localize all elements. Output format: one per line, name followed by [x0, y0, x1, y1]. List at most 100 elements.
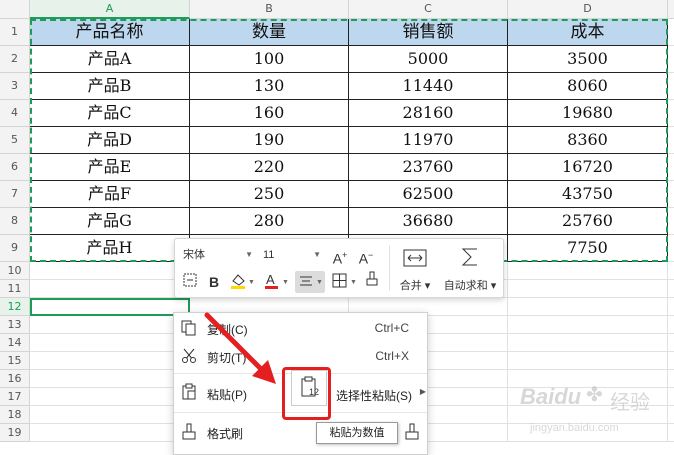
- table-cell[interactable]: 产品B: [30, 73, 190, 100]
- table-cell[interactable]: 8060: [508, 73, 668, 100]
- merge-button[interactable]: 合并 ▾: [393, 243, 437, 297]
- table-cell[interactable]: 16720: [508, 154, 668, 181]
- row-header-6[interactable]: 6: [0, 154, 30, 181]
- wrap-format-button[interactable]: [179, 271, 201, 293]
- table-cell[interactable]: 43750: [508, 181, 668, 208]
- grid-cell[interactable]: [508, 334, 668, 352]
- table-header-cell[interactable]: 成本: [508, 19, 668, 46]
- table-header-cell[interactable]: 产品名称: [30, 19, 190, 46]
- grid-cell[interactable]: [668, 262, 674, 280]
- grid-cell[interactable]: [508, 352, 668, 370]
- bold-button[interactable]: B: [203, 271, 225, 293]
- grid-cell[interactable]: [30, 388, 190, 406]
- grid-cell[interactable]: [30, 334, 190, 352]
- row-header-18[interactable]: 18: [0, 406, 30, 424]
- menu-item-copy[interactable]: 复制(C) Ctrl+C: [174, 313, 427, 343]
- grid-cell[interactable]: [508, 280, 668, 298]
- grid-cell[interactable]: [668, 298, 674, 316]
- table-cell[interactable]: 36680: [349, 208, 508, 235]
- row-header-11[interactable]: 11: [0, 280, 30, 298]
- grid-cell[interactable]: [30, 406, 190, 424]
- grid-cell[interactable]: [30, 262, 190, 280]
- table-cell[interactable]: 160: [190, 100, 349, 127]
- grid-cell[interactable]: [508, 316, 668, 334]
- table-cell[interactable]: 产品H: [30, 235, 190, 262]
- table-cell[interactable]: 8360: [508, 127, 668, 154]
- column-header-e[interactable]: [668, 0, 674, 19]
- row-header-19[interactable]: 19: [0, 424, 30, 442]
- grid-cell[interactable]: [30, 370, 190, 388]
- table-cell[interactable]: 130: [190, 73, 349, 100]
- font-name-select[interactable]: 宋体 ▼: [179, 244, 257, 266]
- column-header-a[interactable]: A: [30, 0, 190, 19]
- table-cell[interactable]: 产品A: [30, 46, 190, 73]
- row-header-14[interactable]: 14: [0, 334, 30, 352]
- table-cell[interactable]: 250: [190, 181, 349, 208]
- row-header-1[interactable]: 1: [0, 19, 30, 46]
- table-cell[interactable]: 190: [190, 127, 349, 154]
- format-painter-button[interactable]: [361, 271, 383, 293]
- grid-cell[interactable]: [668, 127, 674, 154]
- row-header-10[interactable]: 10: [0, 262, 30, 280]
- table-cell[interactable]: 25760: [508, 208, 668, 235]
- font-color-button[interactable]: A ▼: [261, 271, 291, 293]
- column-header-c[interactable]: C: [349, 0, 508, 19]
- grid-cell[interactable]: [30, 280, 190, 298]
- grid-cell[interactable]: [668, 181, 674, 208]
- menu-item-paste-special[interactable]: 选择性粘贴(S) ▶: [332, 379, 426, 409]
- grid-cell[interactable]: [668, 19, 674, 46]
- table-cell[interactable]: 28160: [349, 100, 508, 127]
- table-header-cell[interactable]: 数量: [190, 19, 349, 46]
- row-header-9[interactable]: 9: [0, 235, 30, 262]
- active-cell-a12[interactable]: [30, 298, 190, 316]
- row-header-13[interactable]: 13: [0, 316, 30, 334]
- fill-color-button[interactable]: ▼: [227, 271, 257, 293]
- table-cell[interactable]: 5000: [349, 46, 508, 73]
- table-cell[interactable]: 7750: [508, 235, 668, 262]
- grid-cell[interactable]: [668, 334, 674, 352]
- table-cell[interactable]: 62500: [349, 181, 508, 208]
- grid-cell[interactable]: [668, 208, 674, 235]
- grid-cell[interactable]: [30, 316, 190, 334]
- column-header-d[interactable]: D: [508, 0, 668, 19]
- borders-button[interactable]: ▼: [329, 271, 359, 293]
- select-all-corner[interactable]: [0, 0, 30, 19]
- row-header-5[interactable]: 5: [0, 127, 30, 154]
- decrease-font-button[interactable]: A−: [355, 244, 377, 267]
- table-cell[interactable]: 100: [190, 46, 349, 73]
- align-center-button[interactable]: ▼: [295, 271, 325, 293]
- table-cell[interactable]: 产品G: [30, 208, 190, 235]
- table-header-cell[interactable]: 销售额: [349, 19, 508, 46]
- row-header-15[interactable]: 15: [0, 352, 30, 370]
- table-cell[interactable]: 3500: [508, 46, 668, 73]
- grid-cell[interactable]: [668, 280, 674, 298]
- table-cell[interactable]: 产品C: [30, 100, 190, 127]
- row-header-17[interactable]: 17: [0, 388, 30, 406]
- increase-font-button[interactable]: A+: [329, 244, 351, 267]
- grid-cell[interactable]: [668, 46, 674, 73]
- grid-cell[interactable]: [30, 424, 190, 442]
- row-header-4[interactable]: 4: [0, 100, 30, 127]
- grid-cell[interactable]: [668, 316, 674, 334]
- column-header-b[interactable]: B: [190, 0, 349, 19]
- table-cell[interactable]: 23760: [349, 154, 508, 181]
- table-cell[interactable]: 产品E: [30, 154, 190, 181]
- row-header-16[interactable]: 16: [0, 370, 30, 388]
- table-cell[interactable]: 11440: [349, 73, 508, 100]
- font-size-select[interactable]: 11 ▼: [259, 244, 325, 266]
- table-cell[interactable]: 11970: [349, 127, 508, 154]
- table-cell[interactable]: 产品F: [30, 181, 190, 208]
- grid-cell[interactable]: [668, 73, 674, 100]
- table-cell[interactable]: 19680: [508, 100, 668, 127]
- row-header-7[interactable]: 7: [0, 181, 30, 208]
- grid-cell[interactable]: [508, 262, 668, 280]
- row-header-8[interactable]: 8: [0, 208, 30, 235]
- row-header-12[interactable]: 12: [0, 298, 30, 316]
- grid-cell[interactable]: [668, 352, 674, 370]
- autosum-button[interactable]: 自动求和 ▾: [439, 243, 501, 297]
- table-cell[interactable]: 产品D: [30, 127, 190, 154]
- grid-cell[interactable]: [668, 235, 674, 262]
- row-header-2[interactable]: 2: [0, 46, 30, 73]
- grid-cell[interactable]: [508, 298, 668, 316]
- grid-cell[interactable]: [30, 352, 190, 370]
